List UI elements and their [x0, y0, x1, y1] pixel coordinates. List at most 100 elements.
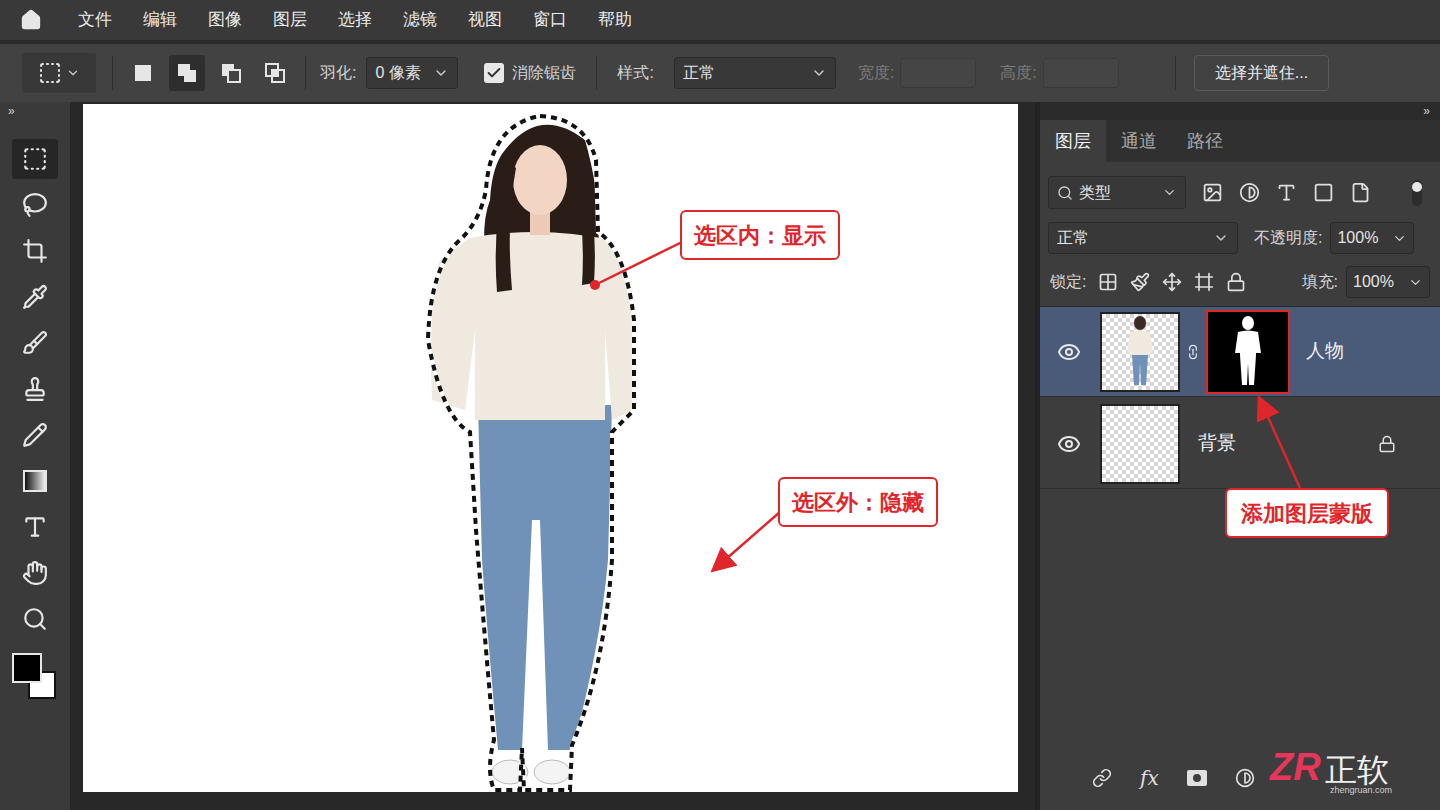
type-tool[interactable]	[12, 507, 58, 547]
zoom-tool[interactable]	[12, 599, 58, 639]
annotation-line	[595, 242, 682, 285]
menu-item[interactable]: 编辑	[143, 7, 177, 33]
chevron-down-icon	[433, 65, 449, 81]
adjustment-layer-icon[interactable]	[1235, 768, 1255, 788]
fill-field[interactable]: 100%	[1346, 266, 1430, 298]
annotation-dot	[590, 280, 600, 290]
lock-pixels-icon[interactable]	[1130, 272, 1150, 292]
lock-all-icon[interactable]	[1226, 272, 1246, 292]
crop-tool[interactable]	[12, 231, 58, 271]
visibility-eye-icon[interactable]	[1057, 432, 1081, 456]
watermark-url: zhengruan.com	[1330, 786, 1392, 795]
width-field[interactable]	[900, 58, 976, 88]
layer-row[interactable]: 人物	[1040, 307, 1440, 397]
adjustment-filter-icon[interactable]	[1239, 182, 1260, 203]
smart-object-filter-icon[interactable]	[1350, 182, 1371, 203]
antialias-checkbox[interactable]: 消除锯齿	[484, 61, 576, 85]
fill-label: 填充:	[1302, 270, 1338, 294]
eyedropper-icon	[22, 284, 48, 310]
chevron-down-icon	[811, 65, 827, 81]
eyedropper-tool[interactable]	[12, 277, 58, 317]
person-photo	[83, 104, 1018, 792]
home-icon[interactable]	[20, 9, 42, 31]
lock-position-icon[interactable]	[1162, 272, 1182, 292]
style-dropdown[interactable]: 正常	[674, 57, 836, 89]
feather-field[interactable]: 0 像素	[366, 57, 458, 89]
shape-filter-icon[interactable]	[1313, 182, 1334, 203]
selection-mode-button[interactable]	[169, 55, 205, 91]
collapse-toggle[interactable]: »	[0, 102, 70, 120]
tool-preset-picker[interactable]	[22, 53, 96, 93]
menu-item[interactable]: 滤镜	[403, 7, 437, 33]
lock-artboard-icon[interactable]	[1194, 272, 1214, 292]
lasso-tool[interactable]	[12, 185, 58, 225]
stamp-tool[interactable]	[12, 369, 58, 409]
collapse-toggle[interactable]: »	[1040, 102, 1440, 120]
selection-mode-button[interactable]	[213, 55, 249, 91]
chevron-down-icon	[66, 66, 80, 80]
marquee-tool[interactable]	[12, 139, 58, 179]
height-field[interactable]	[1043, 58, 1119, 88]
brush-icon	[22, 330, 48, 356]
chevron-down-icon	[1213, 230, 1229, 246]
annotation-label: 添加图层蒙版	[1225, 488, 1389, 538]
hand-icon	[22, 560, 48, 586]
menu-item[interactable]: 选择	[338, 7, 372, 33]
select-and-mask-button[interactable]: 选择并遮住...	[1194, 55, 1329, 91]
menu-item[interactable]: 文件	[78, 7, 112, 33]
panel-tab[interactable]: 通道	[1106, 120, 1172, 162]
pencil-icon	[22, 422, 48, 448]
layer-name: 人物	[1306, 337, 1344, 366]
menu-item[interactable]: 帮助	[598, 7, 632, 33]
blend-mode-dropdown[interactable]: 正常	[1048, 222, 1238, 254]
opacity-field[interactable]: 100%	[1330, 222, 1414, 254]
link-layers-icon[interactable]	[1092, 768, 1112, 788]
foreground-color-swatch[interactable]	[12, 653, 42, 683]
layer-thumbnail	[1100, 404, 1180, 484]
layer-mask-thumbnail[interactable]	[1206, 310, 1290, 394]
layer-thumbnail	[1100, 312, 1180, 392]
chevron-down-icon	[1162, 185, 1177, 200]
document-area	[70, 102, 1035, 810]
pixel-filter-icon[interactable]	[1202, 182, 1223, 203]
layer-list: 人物背景	[1040, 306, 1440, 491]
stamp-icon	[22, 376, 48, 402]
panel-tab[interactable]: 图层	[1040, 120, 1106, 162]
panel-tab[interactable]: 路径	[1172, 120, 1238, 162]
lock-transparency-icon[interactable]	[1098, 272, 1118, 292]
add-mask-icon[interactable]	[1187, 770, 1207, 786]
mask-link-icon[interactable]	[1185, 344, 1201, 360]
layer-filter-dropdown[interactable]: 类型	[1048, 176, 1186, 209]
feather-label: 羽化:	[320, 61, 356, 85]
width-label: 宽度:	[858, 61, 894, 85]
selection-mode-button[interactable]	[257, 55, 293, 91]
pencil-tool[interactable]	[12, 415, 58, 455]
menu-item[interactable]: 图层	[273, 7, 307, 33]
lock-label: 锁定:	[1050, 270, 1086, 294]
menu-item[interactable]: 视图	[468, 7, 502, 33]
hand-tool[interactable]	[12, 553, 58, 593]
menu-item[interactable]: 窗口	[533, 7, 567, 33]
layer-style-button[interactable]: fx	[1140, 763, 1159, 793]
height-label: 高度:	[1000, 61, 1036, 85]
annotation-label: 选区内：显示	[680, 210, 840, 260]
gradient-tool[interactable]	[12, 461, 58, 501]
intersect-selection-icon	[264, 62, 286, 84]
layers-panel: »图层通道路径类型正常不透明度:100%锁定:填充:100%人物背景fx	[1040, 102, 1440, 810]
type-icon	[22, 514, 48, 540]
filter-toggle[interactable]	[1412, 180, 1422, 206]
layer-row[interactable]: 背景	[1040, 399, 1440, 489]
options-bar: 羽化:0 像素消除锯齿样式:正常宽度:高度:选择并遮住...	[0, 44, 1440, 102]
new-selection-icon	[132, 62, 154, 84]
mask-silhouette-icon	[1228, 315, 1268, 389]
brush-tool[interactable]	[12, 323, 58, 363]
marquee-icon	[38, 61, 62, 85]
annotation-arrow	[718, 512, 780, 566]
type-filter-icon[interactable]	[1276, 182, 1297, 203]
lasso-icon	[22, 192, 48, 218]
color-swatches[interactable]	[12, 653, 60, 703]
visibility-eye-icon[interactable]	[1057, 340, 1081, 364]
menu-item[interactable]: 图像	[208, 7, 242, 33]
canvas[interactable]	[83, 104, 1018, 792]
selection-mode-button[interactable]	[125, 55, 161, 91]
